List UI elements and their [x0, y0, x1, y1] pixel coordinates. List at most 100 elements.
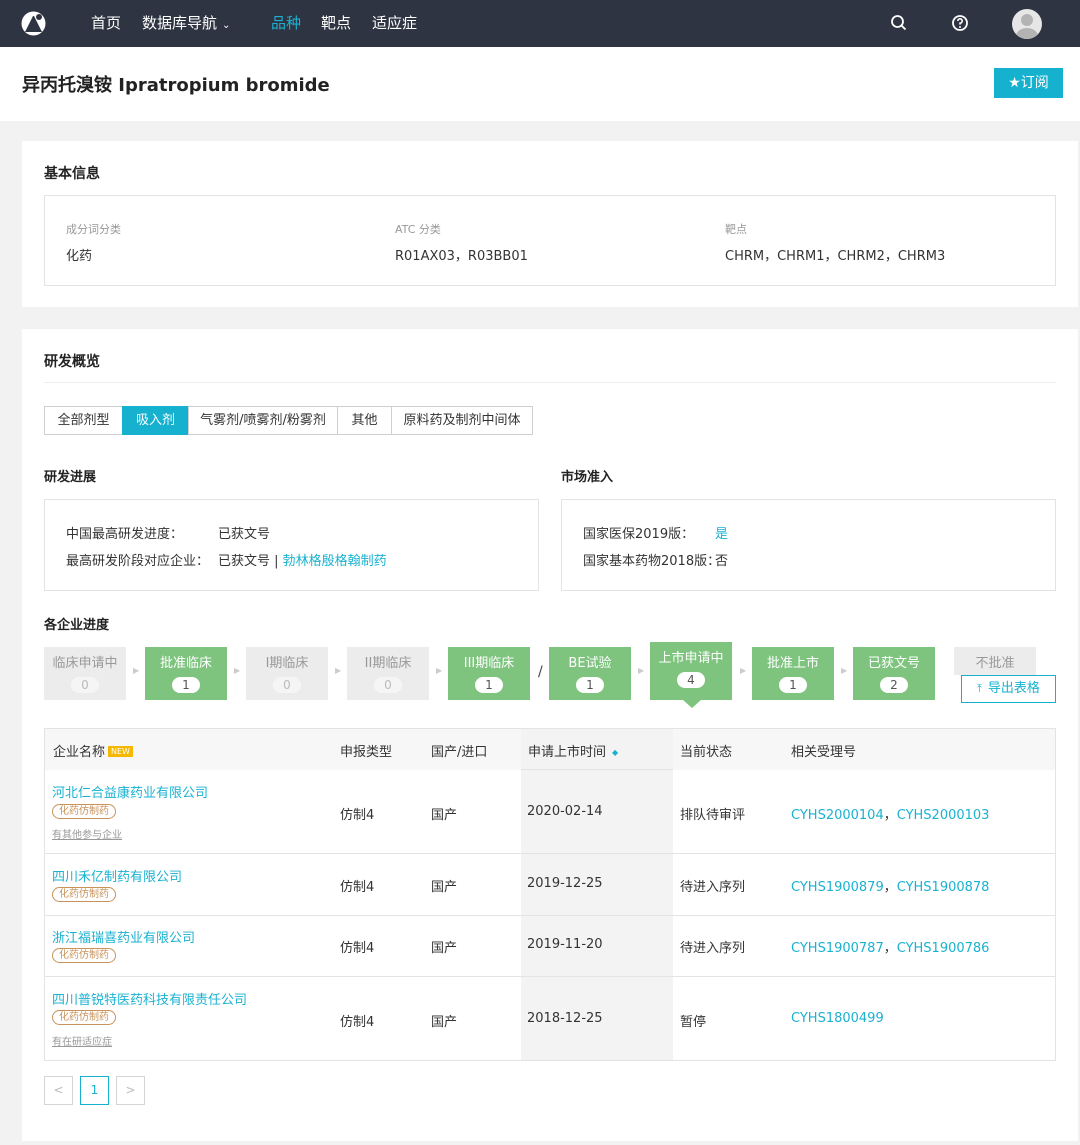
upload-icon: ⤒	[977, 682, 982, 695]
company-table: 企业名称 NEW 申报类型 国产/进口 申请上市时间 ◆ 当前状态 相关受理号 河北…	[44, 728, 1056, 1061]
col-company-label: 企业名称	[53, 745, 106, 760]
stage-phase-2[interactable]: II期临床 0	[347, 647, 429, 700]
application-type-cell: 仿制4	[340, 880, 375, 895]
stage-count: 1	[576, 677, 604, 693]
tab-inhalant[interactable]: 吸入剂	[122, 406, 189, 435]
company-link[interactable]: 河北仁合益康药业有限公司	[52, 782, 208, 801]
company-link[interactable]: 四川禾亿制药有限公司	[52, 866, 182, 885]
stage-selected-pointer	[683, 700, 701, 708]
sort-icon[interactable]: ◆	[612, 748, 618, 757]
table-header: 企业名称 NEW 申报类型 国产/进口 申请上市时间 ◆ 当前状态 相关受理号	[45, 729, 1055, 770]
tab-aerosol[interactable]: 气雾剂/喷雾剂/粉雾剂	[188, 406, 338, 435]
col-company: 企业名称 NEW	[53, 741, 133, 760]
target-label: 靶点	[725, 223, 747, 236]
nav-home[interactable]: 首页	[91, 0, 121, 47]
col-application-date[interactable]: 申请上市时间 ◆	[528, 741, 618, 760]
date-cell: 2019-11-20	[527, 937, 603, 952]
acceptance-number-link[interactable]: CYHS1800499	[791, 1011, 884, 1026]
title-bar: 异丙托溴铵 Ipratropium bromide ★订阅	[0, 47, 1080, 121]
arrow-right-icon: ▶	[841, 666, 848, 675]
status-cell: 暂停	[680, 1015, 707, 1030]
stage-count: 4	[677, 672, 705, 688]
acceptance-number-link[interactable]: CYHS1900878	[897, 880, 990, 895]
tab-api-intermediate[interactable]: 原料药及制剂中间体	[391, 406, 533, 435]
user-avatar-icon[interactable]	[1012, 9, 1042, 39]
search-icon[interactable]	[889, 13, 909, 33]
stage-count: 1	[172, 677, 200, 693]
origin-cell: 国产	[431, 941, 458, 956]
stage-label: III期临床	[463, 656, 515, 671]
arrow-right-icon: ▶	[234, 666, 241, 675]
date-cell: 2020-02-14	[527, 804, 603, 819]
acceptance-number-link[interactable]: CYHS2000104	[791, 808, 884, 823]
stage-phase-3[interactable]: III期临床 1	[448, 647, 530, 700]
acceptance-number-link[interactable]: CYHS1900879	[791, 880, 884, 895]
stage-count: 1	[475, 677, 503, 693]
divider	[44, 382, 1056, 383]
drug-type-tag: 化药仿制药	[52, 948, 116, 963]
status-cell: 排队待审评	[680, 808, 746, 823]
company-link[interactable]: 四川普锐特医药科技有限责任公司	[52, 989, 247, 1008]
stage-label: 批准上市	[766, 656, 819, 671]
acceptance-number-link[interactable]: CYHS1900787	[791, 941, 884, 956]
export-table-button[interactable]: ⤒ 导出表格	[961, 675, 1056, 703]
stage-label: 批准临床	[159, 656, 212, 671]
stage-count: 1	[779, 677, 807, 693]
stage-marketing-application[interactable]: 上市申请中 4	[650, 642, 732, 700]
origin-cell: 国产	[431, 808, 458, 823]
ingredient-class-value: 化药	[66, 249, 93, 264]
stage-clinical-application[interactable]: 临床申请中 0	[44, 647, 126, 700]
arrow-right-icon: ▶	[638, 666, 645, 675]
company-link[interactable]: 勃林格殷格翰制药	[283, 554, 387, 569]
row-note-link[interactable]: 有其他参与企业	[52, 826, 122, 841]
atc-value: R01AX03，R03BB01	[395, 249, 528, 264]
company-link[interactable]: 浙江福瑞喜药业有限公司	[52, 927, 195, 946]
arrow-right-icon: ▶	[133, 666, 140, 675]
application-type-cell: 仿制4	[340, 941, 375, 956]
nav-database-menu[interactable]: 数据库导航 ⌄	[142, 0, 230, 47]
prev-page-button[interactable]: <	[44, 1076, 73, 1105]
nrdl-value[interactable]: 是	[715, 523, 728, 542]
application-type-cell: 仿制4	[340, 808, 375, 823]
origin-cell: 国产	[431, 1015, 458, 1030]
col-date-label: 申请上市时间	[528, 745, 607, 760]
acceptance-number-link[interactable]: CYHS1900786	[897, 941, 990, 956]
stage-label: I期临床	[265, 656, 309, 671]
subscribe-button[interactable]: ★订阅	[994, 68, 1063, 98]
nav-varieties[interactable]: 品种	[271, 0, 301, 47]
stage-phase-1[interactable]: I期临床 0	[246, 647, 328, 700]
row-note-link[interactable]: 有在研适应症	[52, 1033, 112, 1048]
nav-targets[interactable]: 靶点	[321, 0, 351, 47]
logo-icon[interactable]	[20, 10, 47, 37]
stage-clinical-approved[interactable]: 批准临床 1	[145, 647, 227, 700]
table-row: 浙江福瑞喜药业有限公司 化药仿制药 仿制4 国产 2019-11-20 待进入序…	[45, 916, 1055, 977]
market-access-title: 市场准入	[561, 470, 614, 485]
date-cell: 2018-12-25	[527, 1011, 603, 1026]
stage-approval-number[interactable]: 已获文号 2	[853, 647, 935, 700]
stage-rejected[interactable]: 不批准	[954, 647, 1036, 675]
drug-type-tag: 化药仿制药	[52, 804, 116, 819]
stage-be-trial[interactable]: BE试验 1	[549, 647, 631, 700]
stage-label: BE试验	[568, 656, 612, 671]
drug-type-tag: 化药仿制药	[52, 1010, 116, 1025]
help-icon[interactable]	[950, 13, 970, 33]
tab-other[interactable]: 其他	[337, 406, 392, 435]
target-value: CHRM，CHRM1，CHRM2，CHRM3	[725, 249, 946, 264]
acceptance-number-cell: CYHS1900787，CYHS1900786	[791, 941, 990, 956]
essential-drug-value: 否	[715, 554, 729, 569]
stage-marketing-approved[interactable]: 批准上市 1	[752, 647, 834, 700]
page-1-button[interactable]: 1	[80, 1076, 109, 1105]
nav-indications[interactable]: 适应症	[372, 0, 417, 47]
stage-label: 不批准	[975, 656, 1015, 671]
atc-label: ATC 分类	[395, 223, 441, 236]
next-page-button[interactable]: >	[116, 1076, 145, 1105]
stage-label: 已获文号	[867, 656, 920, 671]
basic-info-title: 基本信息	[44, 166, 100, 182]
acceptance-number-cell: CYHS1800499	[791, 1011, 884, 1026]
col-origin: 国产/进口	[431, 745, 488, 760]
date-cell: 2019-12-25	[527, 876, 603, 891]
tab-all-forms[interactable]: 全部剂型	[44, 406, 123, 435]
highest-progress-value: 已获文号	[218, 527, 271, 542]
essential-drug-label: 国家基本药物2018版：	[583, 554, 721, 569]
acceptance-number-link[interactable]: CYHS2000103	[897, 808, 990, 823]
